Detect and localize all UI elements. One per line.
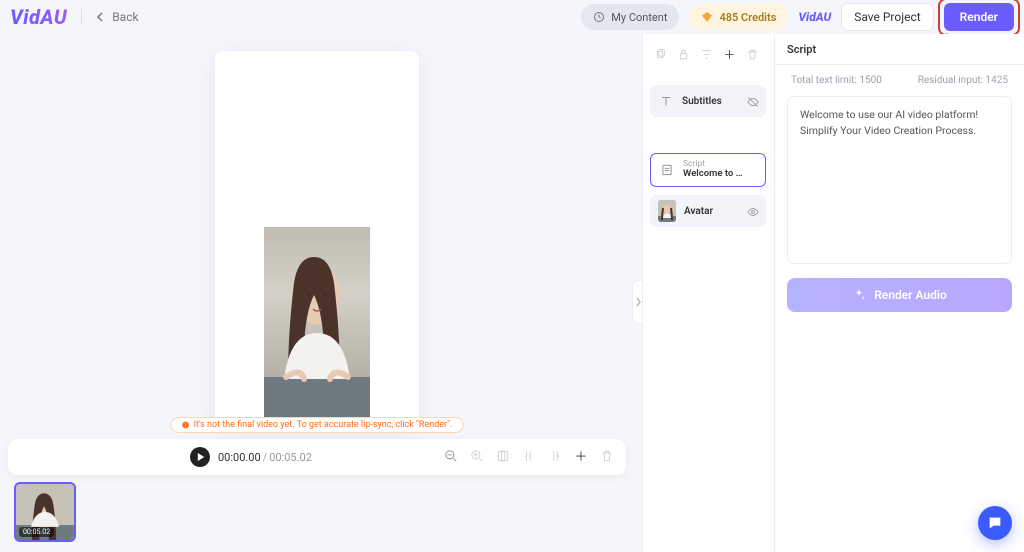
back-label: Back <box>112 10 138 24</box>
scene-thumbnail[interactable]: 00:05.02 <box>14 482 76 542</box>
save-project-button[interactable]: Save Project <box>841 3 933 31</box>
layer-script[interactable]: Script Welcome to u... <box>650 153 766 187</box>
canvas-area: It's not the final video yet. To get acc… <box>8 46 626 434</box>
mini-logo: VidAU <box>798 10 831 24</box>
residual-input: Residual input: 1425 <box>918 75 1008 86</box>
my-content-label: My Content <box>611 11 667 24</box>
copy-layer-button[interactable] <box>654 46 667 65</box>
script-panel-title: Script <box>775 34 1024 64</box>
zoom-in-button[interactable] <box>470 448 484 467</box>
layer-subtitles[interactable]: Subtitles <box>650 85 766 117</box>
timeline-bar: 00:00.00/00:05.02 <box>8 439 626 475</box>
scene-duration: 00:05.02 <box>19 527 54 537</box>
fit-button[interactable] <box>496 448 510 467</box>
logo: VidAU <box>10 5 67 29</box>
diamond-icon <box>701 11 713 23</box>
video-frame <box>264 227 370 417</box>
lock-layer-button[interactable] <box>677 46 690 65</box>
play-button[interactable] <box>190 447 210 467</box>
add-scene-button[interactable] <box>574 448 588 467</box>
chat-icon <box>987 515 1003 531</box>
text-icon <box>658 93 674 109</box>
total-text-limit: Total text limit: 1500 <box>791 75 882 86</box>
scene-strip: 00:05.02 <box>14 482 76 542</box>
sparkle-icon <box>852 288 866 302</box>
split-right-button[interactable] <box>548 448 562 467</box>
avatar-thumbnail <box>658 200 676 222</box>
credits-value: 485 Credits <box>719 11 776 24</box>
render-tip: It's not the final video yet. To get acc… <box>171 417 464 433</box>
avatar-illustration <box>264 227 370 417</box>
video-preview[interactable]: It's not the final video yet. To get acc… <box>215 51 419 429</box>
layer-preview: Welcome to u... <box>683 169 743 179</box>
filter-layer-button[interactable] <box>700 46 713 65</box>
clock-icon <box>593 11 605 23</box>
script-icon <box>659 162 675 178</box>
visibility-on-icon[interactable] <box>746 204 760 218</box>
right-panel: Subtitles Script Welcome to u... Avatar <box>642 34 1024 552</box>
script-panel: Script Total text limit: 1500 Residual i… <box>774 34 1024 552</box>
layers-toolbar <box>650 42 766 73</box>
collapse-panel-button[interactable] <box>632 280 642 324</box>
info-icon <box>182 421 190 429</box>
zoom-out-button[interactable] <box>444 448 458 467</box>
visibility-off-icon[interactable] <box>746 94 760 108</box>
render-audio-button[interactable]: Render Audio <box>787 278 1012 312</box>
add-layer-button[interactable] <box>723 46 736 65</box>
layers-panel: Subtitles Script Welcome to u... Avatar <box>642 34 774 552</box>
layer-label: Avatar <box>684 206 713 217</box>
script-textarea[interactable]: Welcome to use our AI video platform! Si… <box>787 96 1012 264</box>
layer-kind: Script <box>683 160 743 169</box>
chevron-left-icon <box>96 12 106 22</box>
render-button[interactable]: Render <box>944 3 1014 31</box>
back-button[interactable]: Back <box>96 10 138 24</box>
delete-layer-button[interactable] <box>746 46 759 65</box>
play-icon <box>197 453 205 461</box>
help-chat-button[interactable] <box>978 506 1012 540</box>
time-display: 00:00.00/00:05.02 <box>218 451 312 464</box>
divider <box>81 9 82 25</box>
credits-pill[interactable]: 485 Credits <box>689 4 788 30</box>
split-left-button[interactable] <box>522 448 536 467</box>
my-content-button[interactable]: My Content <box>581 4 679 30</box>
layer-avatar[interactable]: Avatar <box>650 195 766 227</box>
header: VidAU Back My Content 485 Credits VidAU … <box>0 0 1024 34</box>
layer-label: Subtitles <box>682 96 722 107</box>
delete-scene-button[interactable] <box>600 448 614 467</box>
